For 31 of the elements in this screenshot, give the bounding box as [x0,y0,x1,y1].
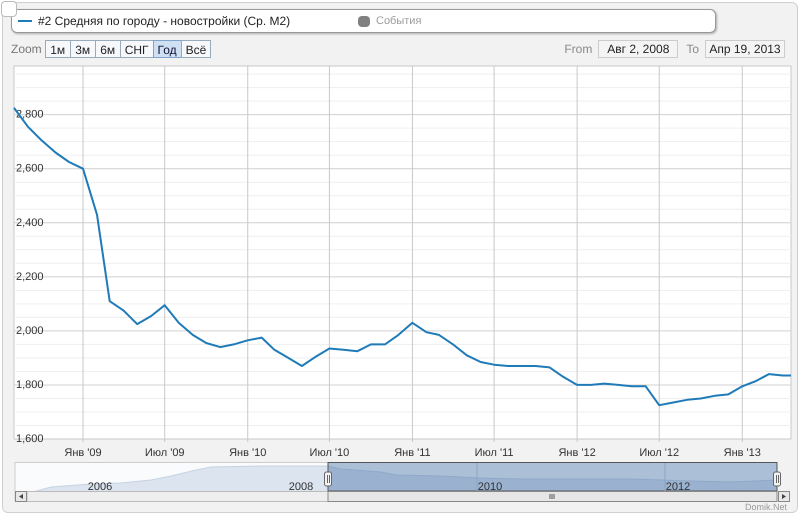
zoom-button[interactable]: 3м [70,40,96,58]
x-axis-label: Янв '09 [64,447,102,459]
x-axis-label: Янв '12 [558,447,596,459]
year-label: 2010 [478,481,502,493]
year-label: 2006 [88,481,112,493]
year-label: 2008 [288,481,314,493]
y-axis-label: 2,600 [16,162,44,175]
to-label: To [686,41,699,58]
x-axis-label: Янв '13 [724,447,761,459]
x-axis-label: Июл '09 [144,447,185,459]
to-date-field[interactable]: Апр 19, 2013 [705,40,785,58]
y-axis-label: 1,600 [16,433,44,445]
year-label: 2012 [666,481,690,493]
zoom-button[interactable]: Всё [180,40,212,58]
zoom-button[interactable]: 1м [44,40,71,58]
zoom-button[interactable]: СНГ [120,40,154,58]
legend-item[interactable]: #2 Средняя по городу - новостройки (Ср. М2) [18,12,358,30]
y-axis-label: 1,800 [16,378,44,391]
x-axis-label: Янв '11 [394,447,431,459]
x-axis-label: Июл '11 [474,447,514,459]
y-axis-label: 2,200 [16,270,44,283]
y-axis-label: 2,400 [16,216,44,229]
zoom-label: Zoom [11,41,42,58]
zoom-button[interactable]: Год [152,40,182,58]
x-axis-label: Янв '10 [229,447,266,459]
y-axis-label: 2,000 [16,324,44,337]
zoom-button[interactable]: 6м [94,40,121,58]
x-axis-label: Июл '12 [639,447,680,459]
from-label: From [564,41,592,58]
from-date-field[interactable]: Авг 2, 2008 [598,40,678,58]
x-axis-label: Июл '10 [310,447,350,459]
